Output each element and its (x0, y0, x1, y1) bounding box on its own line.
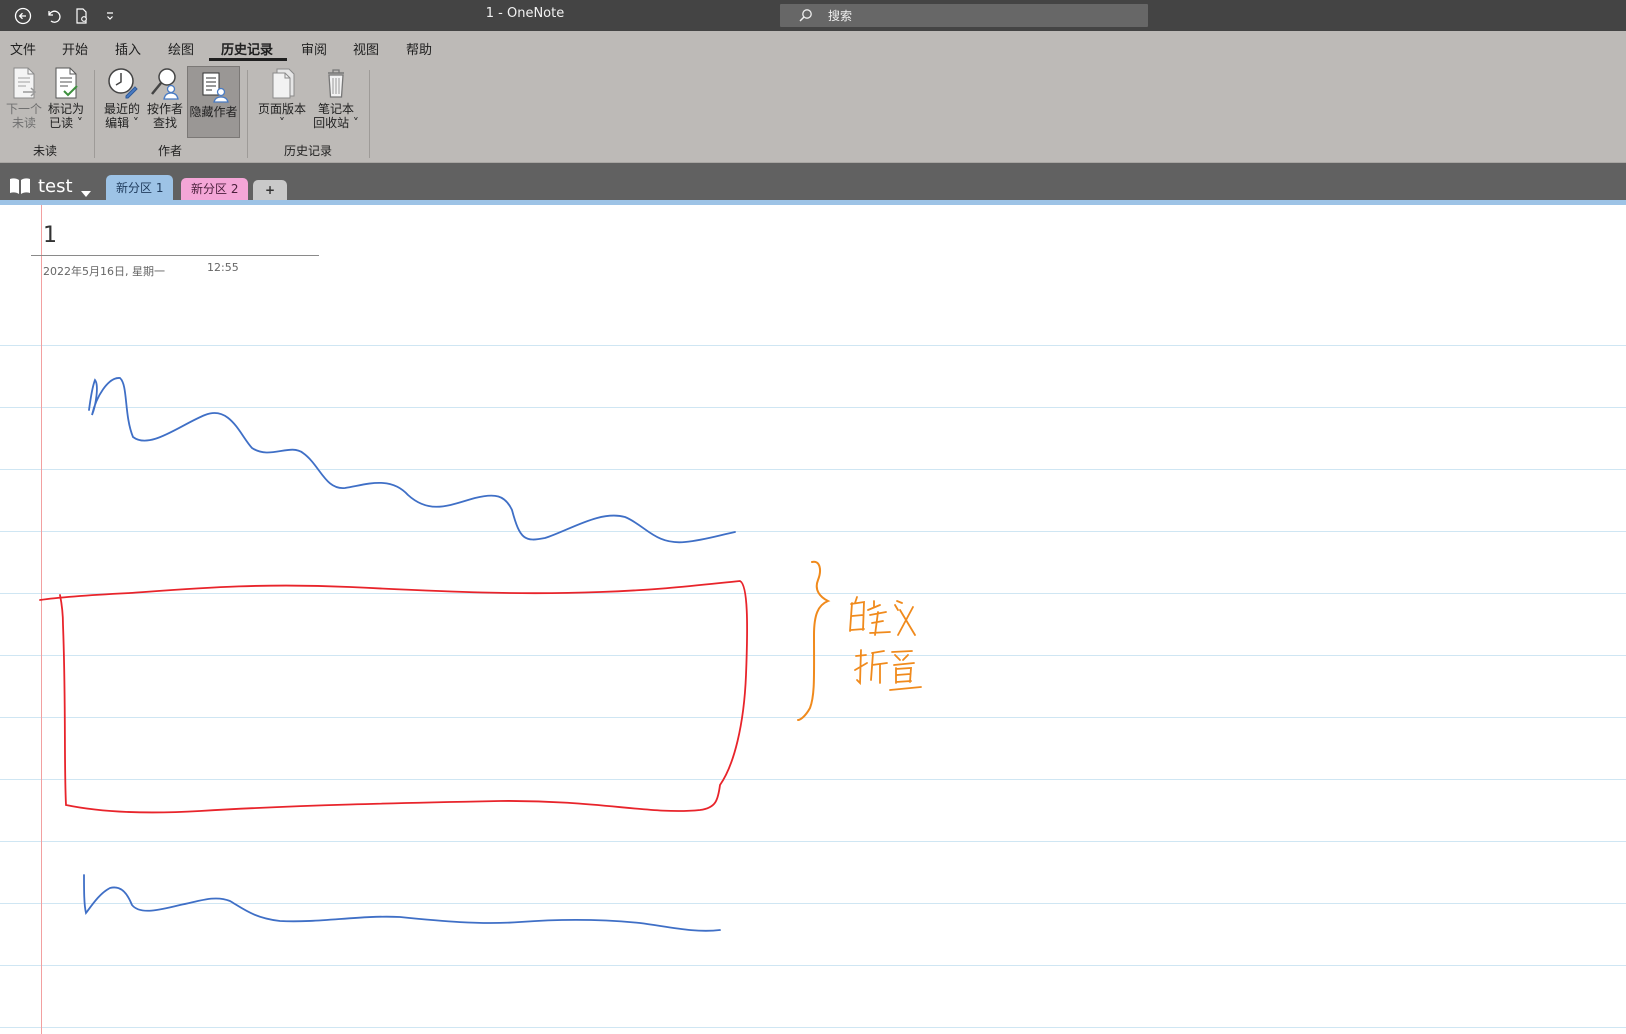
group-separator (369, 70, 370, 158)
clock-icon (104, 66, 140, 100)
recent-edits-label-1: 最近的 (103, 102, 140, 116)
section-tab-2[interactable]: 新分区 2 (181, 178, 249, 201)
back-icon[interactable] (12, 5, 34, 27)
window-title: 1 - OneNote (485, 6, 565, 21)
search-input[interactable]: 搜索 (780, 4, 1148, 27)
search-placeholder: 搜索 (828, 9, 853, 23)
ink-stroke-blue-wave-bottom (83, 874, 721, 932)
tab-history[interactable]: 历史记录 (219, 39, 275, 58)
tab-home[interactable]: 开始 (60, 39, 90, 58)
notebook-recycle-bin-button[interactable]: 笔记本 回收站 ˅ (310, 66, 362, 130)
page-canvas[interactable]: 1 2022年5月16日, 星期一 12:55 (0, 205, 1626, 1034)
tab-insert[interactable]: 插入 (113, 39, 143, 58)
ink-handwriting-orange (849, 596, 922, 691)
ribbon: 下一个 未读 标记为 已读 ˅ 未读 最近的 编辑 ˅ 按作者 查找 隐藏作者 … (0, 62, 1626, 163)
mark-read-icon (48, 66, 84, 100)
recycle-bin-label-1: 笔记本 (317, 102, 354, 116)
mark-read-button[interactable]: 标记为 已读 ˅ (46, 66, 86, 130)
recent-edits-button[interactable]: 最近的 编辑 ˅ (102, 66, 142, 130)
search-icon (798, 8, 813, 27)
page-versions-icon (264, 66, 300, 100)
notebook-icon[interactable] (9, 177, 31, 199)
group-label-unread: 未读 (32, 144, 57, 158)
group-separator (94, 70, 95, 158)
group-separator (247, 70, 248, 158)
undo-icon[interactable] (42, 5, 64, 27)
next-unread-label-2: 未读 (11, 116, 36, 130)
group-label-history: 历史记录 (283, 144, 332, 158)
tab-draw[interactable]: 绘图 (166, 39, 196, 58)
mark-read-label-2: 已读 ˅ (49, 116, 83, 130)
find-by-author-label-2: 查找 (152, 116, 177, 130)
recycle-bin-icon (318, 66, 354, 100)
tab-help[interactable]: 帮助 (404, 39, 434, 58)
page-versions-button[interactable]: 页面版本 ˅ (256, 66, 308, 130)
find-by-author-label-1: 按作者 (146, 102, 183, 116)
hide-authors-icon (196, 69, 232, 103)
section-tab-1[interactable]: 新分区 1 (106, 175, 174, 201)
tab-review[interactable]: 审阅 (299, 39, 329, 58)
next-unread-label-1: 下一个 (5, 102, 42, 116)
hide-authors-button[interactable]: 隐藏作者 (187, 66, 240, 138)
page-versions-label-1: 页面版本 (257, 102, 306, 116)
tab-file[interactable]: 文件 (8, 39, 38, 58)
recent-edits-label-2: 编辑 ˅ (105, 116, 139, 130)
notebook-bar: test 新分区 1 新分区 2 + (0, 163, 1626, 201)
group-label-author: 作者 (157, 144, 182, 158)
recycle-bin-label-2: 回收站 ˅ (313, 116, 359, 130)
active-tab-indicator (209, 58, 287, 61)
next-unread-icon (6, 66, 42, 100)
find-author-icon (147, 66, 183, 100)
tab-view[interactable]: 视图 (351, 39, 381, 58)
find-by-author-button[interactable]: 按作者 查找 (145, 66, 185, 130)
add-section-button[interactable]: + (253, 180, 287, 201)
notebook-name[interactable]: test (38, 176, 73, 197)
customize-toolbar-icon[interactable] (99, 5, 121, 27)
ink-stroke-blue-wave-top (88, 377, 736, 544)
hide-authors-label: 隐藏作者 (189, 105, 238, 119)
page-settings-icon[interactable] (71, 5, 93, 27)
ink-layer (39, 377, 922, 932)
mark-read-label-1: 标记为 (47, 102, 84, 116)
page-versions-label-2: ˅ (279, 116, 285, 130)
ink-stroke-red-box (39, 580, 748, 814)
next-unread-button[interactable]: 下一个 未读 (4, 66, 44, 130)
ink-stroke-orange-brace (797, 560, 831, 721)
title-bar: 1 - OneNote 搜索 (0, 0, 1626, 31)
